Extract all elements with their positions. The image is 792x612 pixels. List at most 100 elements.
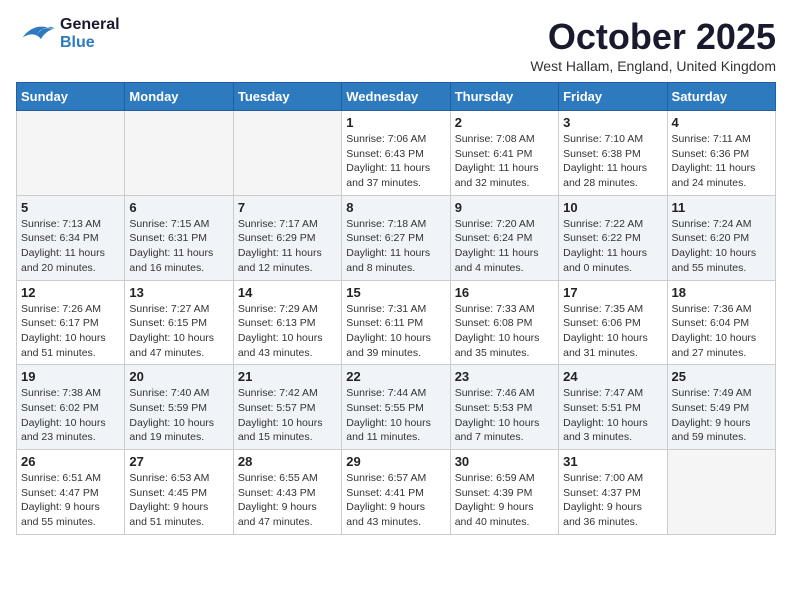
day-number: 26: [21, 454, 120, 469]
calendar-cell: 22Sunrise: 7:44 AM Sunset: 5:55 PM Dayli…: [342, 365, 450, 450]
day-info: Sunrise: 7:26 AM Sunset: 6:17 PM Dayligh…: [21, 302, 120, 361]
day-info: Sunrise: 7:11 AM Sunset: 6:36 PM Dayligh…: [672, 132, 771, 191]
logo-line1: General: [60, 16, 120, 34]
calendar-cell: 4 Sunrise: 7:11 AM Sunset: 6:36 PM Daylig…: [667, 111, 775, 196]
day-number: 6: [129, 200, 228, 215]
day-number: 29: [346, 454, 445, 469]
day-number: 22: [346, 369, 445, 384]
calendar-cell: 11 Sunrise: 7:24 AM Sunset: 6:20 PM Dayli…: [667, 195, 775, 280]
day-number: 20: [129, 369, 228, 384]
day-info: Sunrise: 7:18 AM Sunset: 6:27 PM Dayligh…: [346, 217, 445, 276]
day-number: 13: [129, 285, 228, 300]
logo: General Blue: [16, 16, 120, 51]
day-number: 17: [563, 285, 662, 300]
header-saturday: Saturday: [667, 83, 775, 111]
location: West Hallam, England, United Kingdom: [530, 58, 776, 74]
calendar-cell: 31Sunrise: 7:00 AM Sunset: 4:37 PM Dayli…: [559, 450, 667, 535]
day-number: 19: [21, 369, 120, 384]
day-number: 30: [455, 454, 554, 469]
calendar-week-1: 1Sunrise: 7:06 AM Sunset: 6:43 PM Daylig…: [17, 111, 776, 196]
calendar-cell: 24 Sunrise: 7:47 AM Sunset: 5:51 PM Dayli…: [559, 365, 667, 450]
day-number: 18: [672, 285, 771, 300]
day-number: 12: [21, 285, 120, 300]
calendar-cell: 6 Sunrise: 7:15 AM Sunset: 6:31 PM Daylig…: [125, 195, 233, 280]
calendar-cell: 7 Sunrise: 7:17 AM Sunset: 6:29 PM Daylig…: [233, 195, 341, 280]
day-info: Sunrise: 7:33 AM Sunset: 6:08 PM Dayligh…: [455, 302, 554, 361]
day-number: 28: [238, 454, 337, 469]
calendar-cell: 17 Sunrise: 7:35 AM Sunset: 6:06 PM Dayli…: [559, 280, 667, 365]
calendar-cell: 26 Sunrise: 6:51 AM Sunset: 4:47 PM Dayli…: [17, 450, 125, 535]
logo-icon: [16, 20, 56, 48]
calendar-cell: 29 Sunrise: 6:57 AM Sunset: 4:41 PM Dayli…: [342, 450, 450, 535]
day-number: 2: [455, 115, 554, 130]
calendar-cell: 14 Sunrise: 7:29 AM Sunset: 6:13 PM Dayli…: [233, 280, 341, 365]
calendar-cell: 10 Sunrise: 7:22 AM Sunset: 6:22 PM Dayli…: [559, 195, 667, 280]
day-info: Sunrise: 7:29 AM Sunset: 6:13 PM Dayligh…: [238, 302, 337, 361]
day-number: 1: [346, 115, 445, 130]
calendar-cell: [17, 111, 125, 196]
logo-line2: Blue: [60, 34, 120, 52]
day-info: Sunrise: 7:42 AM Sunset: 5:57 PM Dayligh…: [238, 386, 337, 445]
day-number: 11: [672, 200, 771, 215]
day-info: Sunrise: 7:36 AM Sunset: 6:04 PM Dayligh…: [672, 302, 771, 361]
day-number: 3: [563, 115, 662, 130]
calendar-cell: 8 Sunrise: 7:18 AM Sunset: 6:27 PM Daylig…: [342, 195, 450, 280]
header-thursday: Thursday: [450, 83, 558, 111]
header-sunday: Sunday: [17, 83, 125, 111]
calendar-table: SundayMondayTuesdayWednesdayThursdayFrid…: [16, 82, 776, 535]
calendar-week-4: 19 Sunrise: 7:38 AM Sunset: 6:02 PM Dayli…: [17, 365, 776, 450]
calendar-cell: 21 Sunrise: 7:42 AM Sunset: 5:57 PM Dayli…: [233, 365, 341, 450]
header-wednesday: Wednesday: [342, 83, 450, 111]
page-header: General Blue October 2025 West Hallam, E…: [16, 16, 776, 74]
title-block: October 2025 West Hallam, England, Unite…: [530, 16, 776, 74]
calendar-cell: 27Sunrise: 6:53 AM Sunset: 4:45 PM Dayli…: [125, 450, 233, 535]
day-info: Sunrise: 7:49 AM Sunset: 5:49 PM Dayligh…: [672, 386, 771, 445]
calendar-cell: 28 Sunrise: 6:55 AM Sunset: 4:43 PM Dayli…: [233, 450, 341, 535]
day-info: Sunrise: 6:57 AM Sunset: 4:41 PM Dayligh…: [346, 471, 445, 530]
day-info: Sunrise: 7:15 AM Sunset: 6:31 PM Dayligh…: [129, 217, 228, 276]
day-info: Sunrise: 7:24 AM Sunset: 6:20 PM Dayligh…: [672, 217, 771, 276]
header-friday: Friday: [559, 83, 667, 111]
day-number: 21: [238, 369, 337, 384]
day-info: Sunrise: 7:08 AM Sunset: 6:41 PM Dayligh…: [455, 132, 554, 191]
calendar-cell: 16Sunrise: 7:33 AM Sunset: 6:08 PM Dayli…: [450, 280, 558, 365]
day-info: Sunrise: 7:47 AM Sunset: 5:51 PM Dayligh…: [563, 386, 662, 445]
calendar-cell: [233, 111, 341, 196]
day-info: Sunrise: 7:38 AM Sunset: 6:02 PM Dayligh…: [21, 386, 120, 445]
day-number: 14: [238, 285, 337, 300]
day-number: 8: [346, 200, 445, 215]
month-title: October 2025: [530, 16, 776, 58]
calendar-cell: 20 Sunrise: 7:40 AM Sunset: 5:59 PM Dayli…: [125, 365, 233, 450]
day-number: 10: [563, 200, 662, 215]
day-info: Sunrise: 6:51 AM Sunset: 4:47 PM Dayligh…: [21, 471, 120, 530]
header-monday: Monday: [125, 83, 233, 111]
day-info: Sunrise: 7:20 AM Sunset: 6:24 PM Dayligh…: [455, 217, 554, 276]
day-number: 24: [563, 369, 662, 384]
day-info: Sunrise: 6:59 AM Sunset: 4:39 PM Dayligh…: [455, 471, 554, 530]
day-info: Sunrise: 7:46 AM Sunset: 5:53 PM Dayligh…: [455, 386, 554, 445]
day-number: 5: [21, 200, 120, 215]
day-number: 4: [672, 115, 771, 130]
day-info: Sunrise: 7:35 AM Sunset: 6:06 PM Dayligh…: [563, 302, 662, 361]
calendar-cell: 18 Sunrise: 7:36 AM Sunset: 6:04 PM Dayli…: [667, 280, 775, 365]
day-info: Sunrise: 7:17 AM Sunset: 6:29 PM Dayligh…: [238, 217, 337, 276]
calendar-cell: 19 Sunrise: 7:38 AM Sunset: 6:02 PM Dayli…: [17, 365, 125, 450]
calendar-cell: 1Sunrise: 7:06 AM Sunset: 6:43 PM Daylig…: [342, 111, 450, 196]
calendar-cell: [667, 450, 775, 535]
day-info: Sunrise: 6:55 AM Sunset: 4:43 PM Dayligh…: [238, 471, 337, 530]
day-number: 27: [129, 454, 228, 469]
calendar-header-row: SundayMondayTuesdayWednesdayThursdayFrid…: [17, 83, 776, 111]
day-info: Sunrise: 7:22 AM Sunset: 6:22 PM Dayligh…: [563, 217, 662, 276]
day-number: 31: [563, 454, 662, 469]
calendar-week-5: 26 Sunrise: 6:51 AM Sunset: 4:47 PM Dayli…: [17, 450, 776, 535]
calendar-cell: 2 Sunrise: 7:08 AM Sunset: 6:41 PM Daylig…: [450, 111, 558, 196]
calendar-cell: [125, 111, 233, 196]
day-number: 23: [455, 369, 554, 384]
calendar-cell: 9 Sunrise: 7:20 AM Sunset: 6:24 PM Daylig…: [450, 195, 558, 280]
calendar-cell: 3 Sunrise: 7:10 AM Sunset: 6:38 PM Daylig…: [559, 111, 667, 196]
day-number: 9: [455, 200, 554, 215]
day-info: Sunrise: 7:10 AM Sunset: 6:38 PM Dayligh…: [563, 132, 662, 191]
day-number: 7: [238, 200, 337, 215]
day-info: Sunrise: 7:40 AM Sunset: 5:59 PM Dayligh…: [129, 386, 228, 445]
day-info: Sunrise: 7:31 AM Sunset: 6:11 PM Dayligh…: [346, 302, 445, 361]
